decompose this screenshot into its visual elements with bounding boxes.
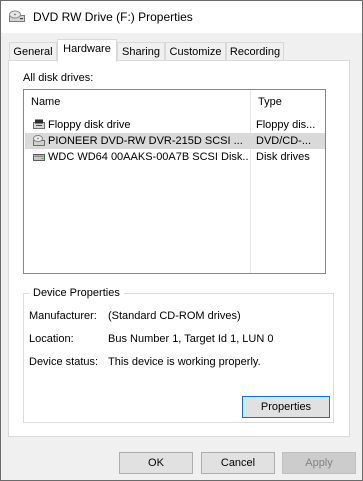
dvd-drive-icon [33, 135, 45, 146]
manufacturer-value: (Standard CD-ROM drives) [108, 310, 241, 322]
tab-hardware[interactable]: Hardware [57, 39, 117, 62]
list-item-name: WDC WD64 00AAKS-00A7B SCSI Disk... [48, 151, 249, 163]
title-bar[interactable]: DVD RW Drive (F:) Properties [1, 1, 362, 33]
location-label: Location: [29, 333, 74, 345]
list-item-type: Floppy dis... [256, 119, 316, 131]
column-header-name[interactable]: Name [24, 90, 250, 114]
column-header-type[interactable]: Type [251, 90, 325, 114]
dvd-drive-icon [9, 10, 25, 22]
tab-recording[interactable]: Recording [226, 42, 284, 60]
cancel-button[interactable]: Cancel [201, 452, 275, 474]
list-item-name: Floppy disk drive [48, 119, 131, 131]
properties-button[interactable]: Properties [242, 396, 330, 418]
list-item-type: Disk drives [256, 151, 310, 163]
tab-strip: General Hardware Sharing Customize Recor… [1, 39, 362, 62]
tab-customize[interactable]: Customize [165, 42, 226, 60]
list-item-name: PIONEER DVD-RW DVR-215D SCSI ... [48, 135, 243, 147]
list-item[interactable]: WDC WD64 00AAKS-00A7B SCSI Disk... Disk … [25, 149, 325, 165]
list-item[interactable]: Floppy disk drive Floppy dis... [25, 117, 325, 133]
window-title: DVD RW Drive (F:) Properties [33, 10, 193, 24]
manufacturer-label: Manufacturer: [29, 310, 97, 322]
tab-general[interactable]: General [9, 42, 57, 60]
all-disk-drives-label: All disk drives: [23, 72, 94, 84]
apply-button[interactable]: Apply [282, 452, 356, 474]
hard-disk-icon [33, 154, 45, 161]
device-properties-title: Device Properties [29, 287, 124, 299]
floppy-drive-icon [33, 119, 45, 129]
location-value: Bus Number 1, Target Id 1, LUN 0 [108, 333, 274, 345]
disk-drives-list[interactable]: Name Type Floppy disk drive Floppy dis..… [23, 89, 326, 274]
device-status-label: Device status: [29, 356, 99, 368]
ok-button[interactable]: OK [119, 452, 193, 474]
properties-dialog: DVD RW Drive (F:) Properties General Har… [0, 0, 363, 481]
device-status-value: This device is working properly. [108, 356, 261, 368]
list-item-type: DVD/CD-... [256, 135, 311, 147]
list-item-selected[interactable]: PIONEER DVD-RW DVR-215D SCSI ... DVD/CD-… [25, 133, 325, 149]
tab-sharing[interactable]: Sharing [117, 42, 165, 60]
